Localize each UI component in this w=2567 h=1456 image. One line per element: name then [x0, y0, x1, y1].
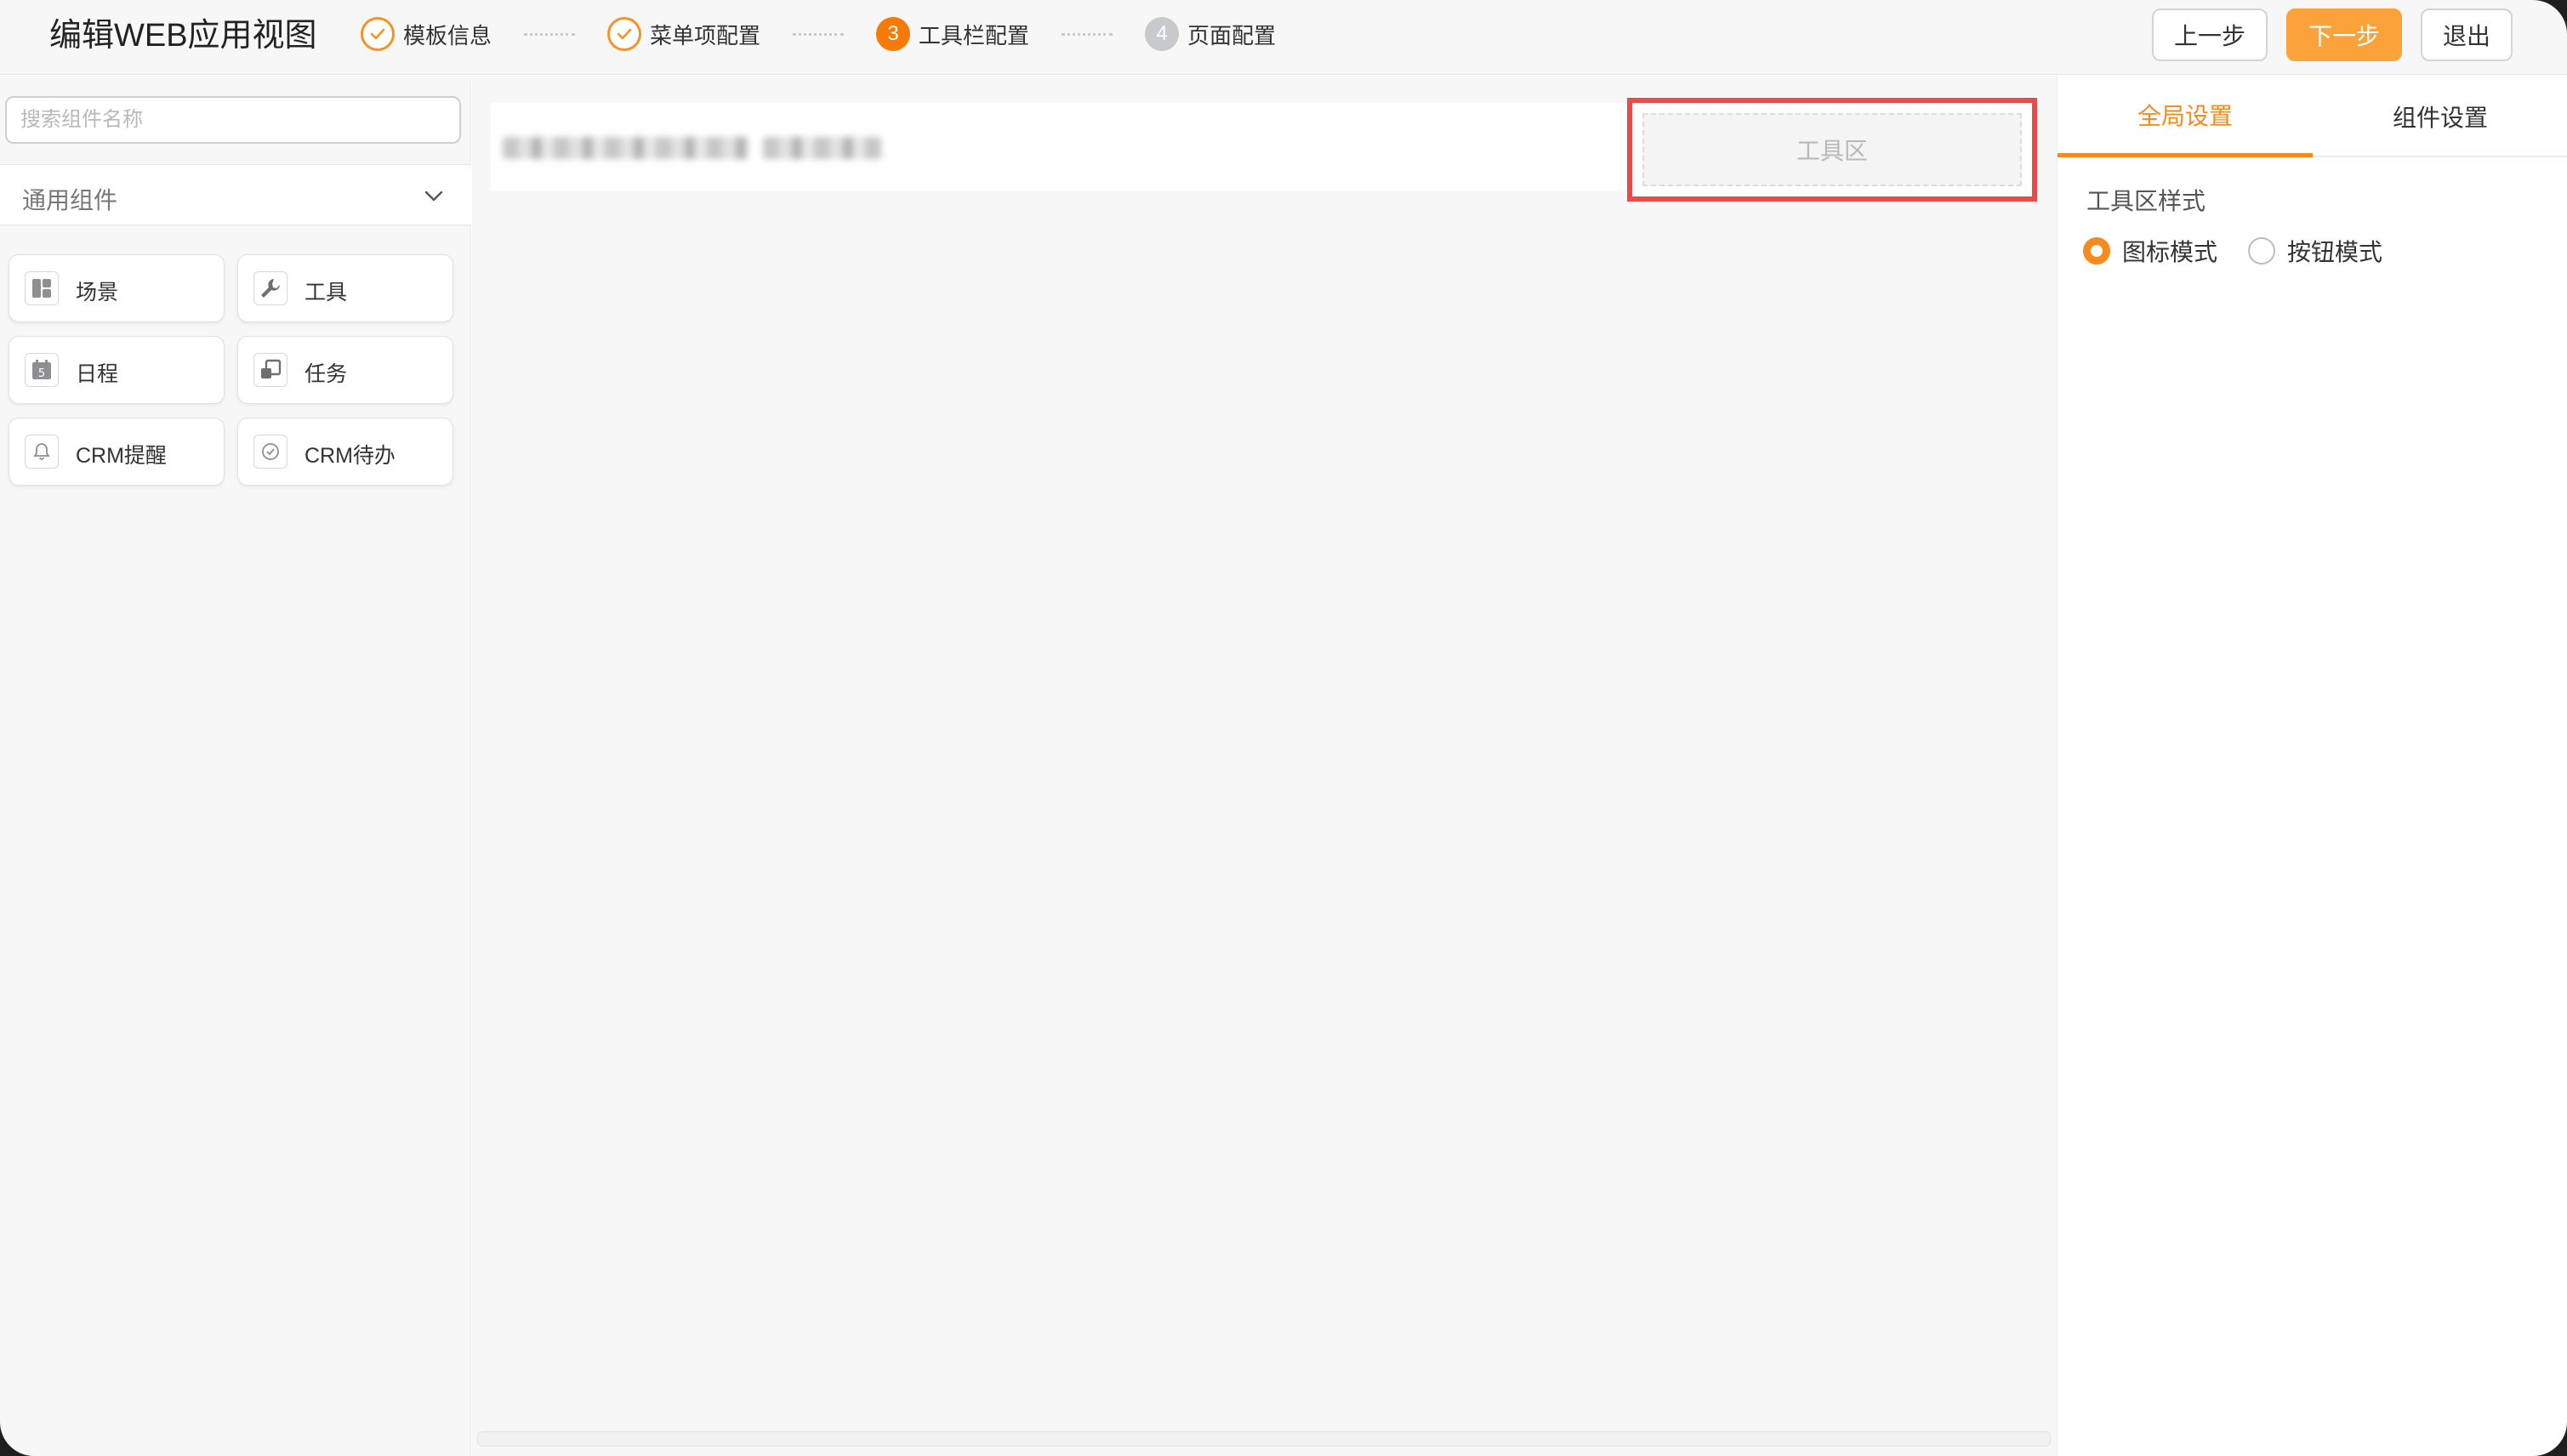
component-card-task[interactable]: 任务 — [237, 336, 453, 404]
check-icon — [361, 17, 395, 51]
prev-step-button[interactable]: 上一步 — [2152, 9, 2268, 61]
radio-label: 图标模式 — [2122, 239, 2218, 265]
search-input[interactable] — [5, 96, 461, 144]
step-progress: 模板信息 菜单项配置 3 工具栏配置 4 页面配置 — [361, 15, 1276, 53]
component-label: 任务 — [305, 362, 348, 386]
exit-button[interactable]: 退出 — [2421, 9, 2513, 61]
step-divider — [524, 32, 576, 36]
component-card-schedule[interactable]: 5 日程 — [9, 336, 225, 404]
radio-unchecked-icon — [2248, 237, 2276, 264]
radio-icon-mode[interactable]: 图标模式 — [2083, 234, 2217, 268]
top-header: 编辑WEB应用视图 模板信息 菜单项配置 3 工具栏配置 4 页面配置 上一步 … — [0, 0, 2567, 75]
component-card-crm-todo[interactable]: CRM待办 — [237, 418, 453, 486]
settings-panel: 全局设置 组件设置 工具区样式 图标模式 按钮模式 — [2057, 76, 2567, 1456]
step-label: 模板信息 — [403, 22, 492, 48]
chevron-down-icon — [424, 191, 443, 202]
component-label: CRM待办 — [305, 444, 396, 468]
task-icon — [253, 353, 287, 387]
toolbar-zone-label: 工具区 — [1642, 113, 2022, 186]
radio-label: 按钮模式 — [2287, 239, 2383, 265]
svg-text:5: 5 — [38, 367, 45, 380]
radio-checked-icon — [2083, 237, 2110, 264]
step-toolbar-config[interactable]: 3 工具栏配置 — [876, 17, 1029, 51]
step-menu-config[interactable]: 菜单项配置 — [607, 17, 760, 51]
group-label: 通用组件 — [22, 187, 118, 213]
step-template-info[interactable]: 模板信息 — [361, 17, 492, 51]
step-label: 工具栏配置 — [919, 22, 1030, 48]
wrench-icon — [253, 271, 287, 305]
bell-icon — [25, 435, 59, 469]
step-number: 4 — [1145, 17, 1180, 51]
component-panel: 通用组件 场景 工具 5 日程 任务 CRM提醒 — [0, 76, 471, 1456]
next-step-button[interactable]: 下一步 — [2286, 9, 2402, 61]
editor-canvas: 工具区 — [472, 76, 2057, 1456]
component-label: CRM提醒 — [76, 444, 167, 468]
radio-button-mode[interactable]: 按钮模式 — [2248, 234, 2382, 268]
page-title: 编辑WEB应用视图 — [49, 18, 317, 54]
toolbar-drop-zone[interactable]: 工具区 — [1627, 98, 2037, 202]
component-group-header[interactable]: 通用组件 — [0, 164, 471, 225]
blurred-app-name — [503, 137, 749, 159]
settings-tabs: 全局设置 组件设置 — [2058, 76, 2567, 157]
check-circle-icon — [253, 435, 287, 469]
blurred-app-subtitle — [763, 137, 882, 159]
component-card-crm-reminder[interactable]: CRM提醒 — [9, 418, 225, 486]
toolbar-style-label: 工具区样式 — [2086, 188, 2206, 214]
check-icon — [607, 17, 642, 51]
step-divider — [1062, 32, 1113, 36]
tab-global-settings[interactable]: 全局设置 — [2058, 76, 2313, 157]
calendar-icon: 5 — [25, 353, 59, 387]
step-divider — [793, 32, 845, 36]
step-page-config[interactable]: 4 页面配置 — [1145, 17, 1276, 51]
step-number: 3 — [876, 17, 911, 51]
component-card-scene[interactable]: 场景 — [9, 254, 225, 322]
component-label: 场景 — [76, 281, 119, 304]
component-label: 工具 — [305, 281, 348, 304]
horizontal-scrollbar[interactable] — [477, 1431, 2051, 1447]
layout-icon — [25, 271, 59, 305]
toolbar-style-options: 图标模式 按钮模式 — [2083, 234, 2413, 268]
tab-component-settings[interactable]: 组件设置 — [2313, 76, 2567, 157]
step-label: 菜单项配置 — [650, 22, 761, 48]
step-label: 页面配置 — [1187, 22, 1277, 48]
component-label: 日程 — [76, 362, 119, 386]
component-card-tool[interactable]: 工具 — [237, 254, 453, 322]
